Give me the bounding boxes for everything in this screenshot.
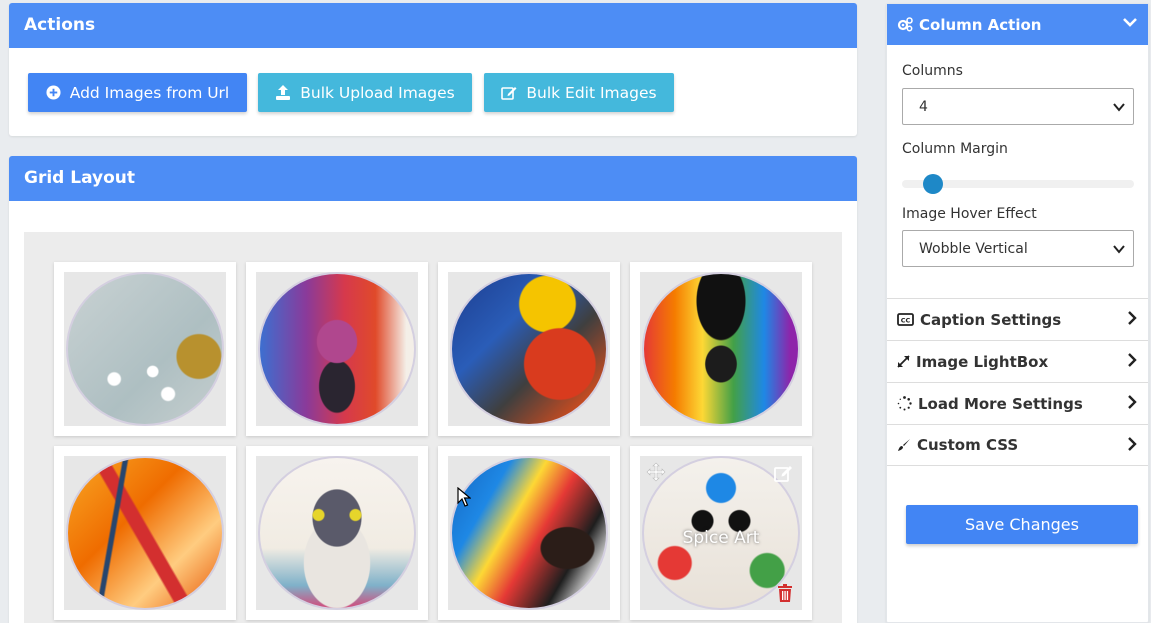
column-margin-slider-thumb[interactable] <box>923 174 944 194</box>
image-card[interactable] <box>246 446 428 620</box>
chevron-right-icon <box>1128 437 1137 451</box>
actions-panel: Actions Add Images from Url Bulk Upload … <box>9 3 857 136</box>
hover-effect-select[interactable]: Wobble Vertical <box>902 230 1134 267</box>
plus-circle-icon <box>46 85 61 100</box>
load-more-settings-section[interactable]: Load More Settings <box>887 382 1148 424</box>
upload-icon <box>276 85 291 100</box>
image-lightbox-section[interactable]: Image LightBox <box>887 340 1148 382</box>
bulk-edit-images-label: Bulk Edit Images <box>526 83 657 102</box>
column-action-title: Column Action <box>919 15 1042 34</box>
paintbrush-icon <box>898 439 910 451</box>
rain-umbrella-girl-painting <box>642 272 800 426</box>
caption-settings-label: Caption Settings <box>920 310 1062 329</box>
image-grid: Spice Art <box>24 232 842 623</box>
colorful-elephant-painting <box>258 272 416 426</box>
columns-select[interactable]: 4 <box>902 88 1134 125</box>
add-images-from-url-button[interactable]: Add Images from Url <box>28 73 247 112</box>
dogs-and-fish-painting <box>66 272 224 426</box>
hover-effect-value: Wobble Vertical <box>919 240 1028 257</box>
woman-painting-wall <box>450 456 608 610</box>
image-card[interactable] <box>630 262 812 436</box>
chevron-down-icon <box>1113 245 1125 254</box>
load-more-settings-label: Load More Settings <box>918 394 1083 413</box>
settings-sidebar: Column Action Columns 4 Column Margin Im… <box>886 3 1149 623</box>
chevron-right-icon <box>1128 395 1137 409</box>
svg-text:CC: CC <box>901 317 911 325</box>
add-images-from-url-label: Add Images from Url <box>69 83 230 102</box>
image-card[interactable] <box>54 262 236 436</box>
abstract-orange-painting <box>66 456 224 610</box>
actions-title: Actions <box>9 3 857 48</box>
custom-css-section[interactable]: Custom CSS <box>887 424 1148 466</box>
image-card[interactable] <box>438 446 620 620</box>
image-card[interactable] <box>438 262 620 436</box>
expand-icon <box>897 355 910 368</box>
gears-icon <box>897 17 913 32</box>
columns-value: 4 <box>919 98 928 115</box>
custom-css-label: Custom CSS <box>917 436 1019 454</box>
bulk-upload-images-button[interactable]: Bulk Upload Images <box>258 73 472 112</box>
spinner-icon <box>897 396 912 411</box>
peacock-woman-painting <box>450 272 608 426</box>
column-action-header[interactable]: Column Action <box>887 4 1148 45</box>
chevron-down-icon <box>1113 103 1125 112</box>
mouse-cursor-icon <box>457 487 471 507</box>
move-icon[interactable] <box>646 462 666 482</box>
chevron-right-icon <box>1128 311 1137 325</box>
image-card[interactable] <box>246 262 428 436</box>
chevron-right-icon <box>1128 353 1137 367</box>
watercolor-cat-painting <box>258 456 416 610</box>
image-lightbox-label: Image LightBox <box>916 352 1049 371</box>
edit-icon <box>501 87 517 100</box>
trash-icon[interactable] <box>777 584 793 602</box>
columns-label: Columns <box>902 63 963 79</box>
closed-caption-icon: CC <box>897 313 914 326</box>
caption-settings-section[interactable]: CC Caption Settings <box>887 298 1148 340</box>
image-caption: Spice Art <box>682 528 760 548</box>
bulk-edit-images-button[interactable]: Bulk Edit Images <box>484 73 674 112</box>
hover-effect-label: Image Hover Effect <box>902 206 1037 222</box>
grid-layout-title: Grid Layout <box>9 156 857 201</box>
grid-layout-panel: Grid Layout Spice Art <box>9 156 857 623</box>
bulk-upload-images-label: Bulk Upload Images <box>300 83 455 102</box>
chevron-down-icon[interactable] <box>1122 14 1138 30</box>
save-changes-button[interactable]: Save Changes <box>906 505 1138 544</box>
column-margin-label: Column Margin <box>902 141 1008 157</box>
image-card[interactable] <box>54 446 236 620</box>
edit-icon[interactable] <box>774 464 794 482</box>
image-card[interactable]: Spice Art <box>630 446 812 620</box>
